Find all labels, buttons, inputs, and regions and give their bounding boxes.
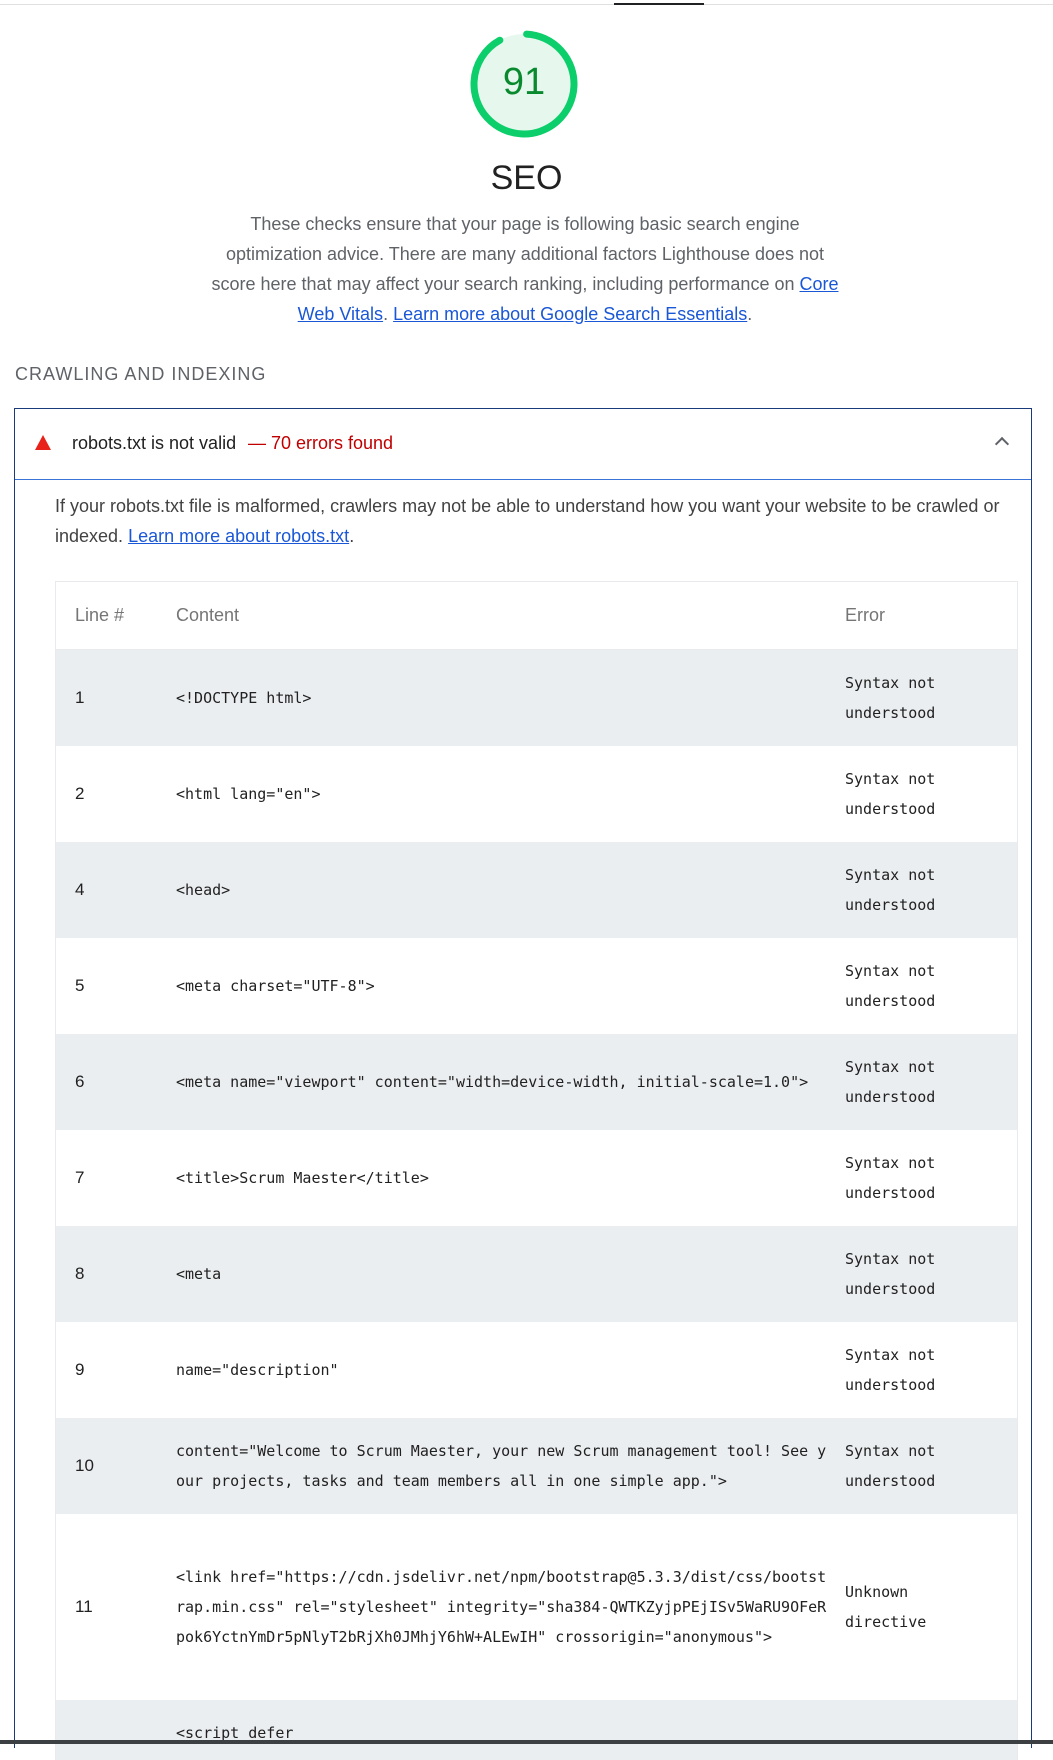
cell-error: Syntax not understood bbox=[845, 1442, 936, 1490]
cell-error-wrapper: Syntax not understood bbox=[845, 860, 1017, 920]
category-title: SEO bbox=[490, 159, 563, 197]
audit-header[interactable]: robots.txt is not valid — 70 errors foun… bbox=[15, 409, 1031, 480]
cell-content: <html lang="en"> bbox=[176, 785, 321, 803]
cell-error: Syntax not understood bbox=[845, 674, 936, 722]
cell-content: content="Welcome to Scrum Maester, your … bbox=[176, 1442, 827, 1490]
cell-line-number: 11 bbox=[75, 1597, 93, 1616]
cell-error: Syntax not understood bbox=[845, 962, 936, 1010]
table-row: 1 <!DOCTYPE html> Syntax not understood bbox=[56, 650, 1017, 746]
cell-line-number: 6 bbox=[75, 1072, 85, 1091]
cell-line-number: 5 bbox=[75, 976, 85, 995]
cell-error-wrapper: Syntax not understood bbox=[845, 956, 1017, 1016]
chevron-up-icon[interactable] bbox=[994, 436, 1010, 452]
cell-line-number: 1 bbox=[75, 688, 85, 707]
cell-content: <link href="https://cdn.jsdelivr.net/npm… bbox=[176, 1568, 827, 1646]
score-value: 91 bbox=[502, 61, 546, 103]
cell-error: Syntax not understood bbox=[845, 1154, 936, 1202]
cell-line-number: 7 bbox=[75, 1168, 85, 1187]
robots-txt-audit: robots.txt is not valid — 70 errors foun… bbox=[14, 408, 1032, 1760]
cell-error-wrapper: Syntax not understood bbox=[845, 764, 1017, 824]
cell-line-number: 4 bbox=[75, 880, 85, 899]
robots-txt-learn-more-link[interactable]: Learn more about robots.txt bbox=[128, 526, 349, 546]
audit-description-end: . bbox=[349, 526, 355, 546]
cell-content: <!DOCTYPE html> bbox=[176, 689, 312, 707]
cell-error: Unknown directive bbox=[845, 1583, 927, 1631]
cell-error-wrapper: Syntax not understood bbox=[845, 668, 1017, 728]
cell-content: <meta charset="UTF-8"> bbox=[176, 977, 375, 995]
table-row: 11 <link href="https://cdn.jsdelivr.net/n… bbox=[56, 1514, 1017, 1700]
table-body: 1 <!DOCTYPE html> Syntax not understood 2 <h… bbox=[56, 650, 1017, 1760]
table-row: 4 <head> Syntax not understood bbox=[56, 842, 1017, 938]
fail-triangle-icon bbox=[35, 435, 51, 450]
group-title: Crawling and Indexing bbox=[15, 364, 267, 384]
table-row: 5 <meta charset="UTF-8"> Syntax not unders… bbox=[56, 938, 1017, 1034]
cell-line-number: 9 bbox=[75, 1360, 85, 1379]
table-row: 8 <meta Syntax not understood bbox=[56, 1226, 1017, 1322]
cell-error-wrapper: Unknown directive bbox=[845, 1577, 1017, 1637]
cell-error-wrapper: Syntax not understood bbox=[845, 1148, 1017, 1208]
table-row: 9 name="description" Syntax not understood bbox=[56, 1322, 1017, 1418]
cell-error: Syntax not understood bbox=[845, 866, 936, 914]
cell-line-number: 8 bbox=[75, 1264, 85, 1283]
audit-display-value: — 70 errors found bbox=[248, 433, 394, 453]
table-row: 7 <title>Scrum Maester</title> Syntax not … bbox=[56, 1130, 1017, 1226]
cell-content: <head> bbox=[176, 881, 231, 899]
details-table: Line # Content Error 1 <!DOCTYPE html> Syn… bbox=[55, 581, 1018, 1760]
description-separator: . bbox=[383, 304, 394, 324]
description-end: . bbox=[747, 304, 753, 324]
description-text: These checks ensure that your page is fo… bbox=[211, 214, 825, 294]
audit-description: If your robots.txt file is malformed, cr… bbox=[55, 491, 1015, 551]
cell-line-number: 2 bbox=[75, 784, 85, 803]
table-row: 10 content="Welcome to Scrum Maester, you… bbox=[56, 1418, 1017, 1514]
active-tab-indicator bbox=[614, 3, 704, 5]
top-divider bbox=[0, 4, 1053, 5]
cell-content: <meta bbox=[176, 1265, 222, 1283]
cell-error-wrapper: Syntax not understood bbox=[845, 1436, 1017, 1496]
table-row: 2 <html lang="en"> Syntax not understood bbox=[56, 746, 1017, 842]
cell-content: <title>Scrum Maester</title> bbox=[176, 1169, 429, 1187]
cell-line-number: 10 bbox=[75, 1456, 94, 1475]
cell-content: name="description" bbox=[176, 1361, 339, 1379]
search-essentials-link[interactable]: Learn more about Google Search Essential… bbox=[393, 304, 747, 324]
audit-title: robots.txt is not valid bbox=[72, 433, 237, 453]
category-description: These checks ensure that your page is fo… bbox=[210, 209, 840, 329]
table-header: Line # Content Error bbox=[56, 582, 1017, 650]
cell-error: Syntax not understood bbox=[845, 1346, 936, 1394]
header-error: Error bbox=[845, 605, 885, 625]
header-content: Content bbox=[176, 605, 240, 625]
cell-error: Syntax not understood bbox=[845, 1250, 936, 1298]
table-row: <script defer bbox=[56, 1700, 1017, 1760]
cell-error-wrapper: Syntax not understood bbox=[845, 1244, 1017, 1304]
cell-error-wrapper: Syntax not understood bbox=[845, 1052, 1017, 1112]
cell-error: Syntax not understood bbox=[845, 1058, 936, 1106]
cell-error-wrapper: Syntax not understood bbox=[845, 1340, 1017, 1400]
cell-error: Syntax not understood bbox=[845, 770, 936, 818]
table-row: 6 <meta name="viewport" content="width=de… bbox=[56, 1034, 1017, 1130]
cell-content: <meta name="viewport" content="width=dev… bbox=[176, 1073, 809, 1091]
header-line: Line # bbox=[75, 605, 125, 625]
bottom-bar bbox=[0, 1740, 1053, 1744]
